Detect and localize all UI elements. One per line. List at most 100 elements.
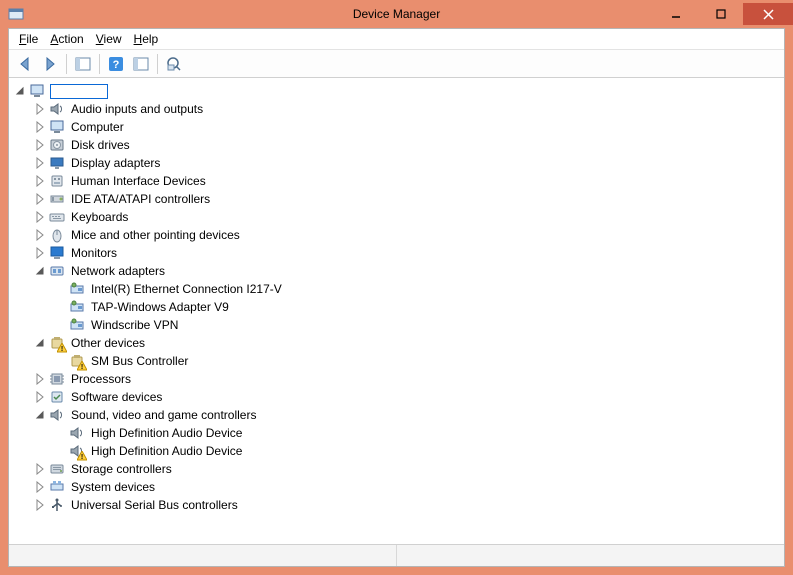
root-name-edit[interactable] bbox=[50, 84, 108, 99]
tree-node-sound[interactable]: Sound, video and game controllers bbox=[11, 406, 782, 424]
tree-node-net2[interactable]: TAP-Windows Adapter V9 bbox=[11, 298, 782, 316]
tree-node-label: Other devices bbox=[69, 334, 147, 352]
tree-node-label: Computer bbox=[69, 118, 126, 136]
tree-node-label: Keyboards bbox=[69, 208, 130, 226]
tree-node-net1[interactable]: Intel(R) Ethernet Connection I217-V bbox=[11, 280, 782, 298]
expand-icon[interactable] bbox=[35, 193, 47, 205]
app-icon bbox=[8, 6, 24, 22]
tree-node-monitors[interactable]: Monitors bbox=[11, 244, 782, 262]
status-pane bbox=[397, 545, 784, 566]
mouse-icon bbox=[49, 227, 65, 243]
maximize-button[interactable] bbox=[698, 3, 743, 25]
hid-icon bbox=[49, 173, 65, 189]
menu-help[interactable]: Help bbox=[130, 30, 163, 48]
expand-icon[interactable] bbox=[35, 211, 47, 223]
tree-node-label: System devices bbox=[69, 478, 157, 496]
expand-icon[interactable] bbox=[35, 481, 47, 493]
tree-node-net3[interactable]: Windscribe VPN bbox=[11, 316, 782, 334]
expander-icon[interactable] bbox=[15, 85, 27, 97]
collapse-icon[interactable] bbox=[35, 265, 47, 277]
menu-file[interactable]: File bbox=[15, 30, 42, 48]
tree-node-label: Storage controllers bbox=[69, 460, 174, 478]
expand-icon[interactable] bbox=[35, 103, 47, 115]
tree-node-system[interactable]: System devices bbox=[11, 478, 782, 496]
show-hide-tree-button[interactable] bbox=[71, 52, 95, 76]
tree-node-hid[interactable]: Human Interface Devices bbox=[11, 172, 782, 190]
titlebar[interactable]: Device Manager bbox=[0, 0, 793, 28]
monitor-icon bbox=[49, 245, 65, 261]
netcard-icon bbox=[69, 317, 85, 333]
tree-node-label: High Definition Audio Device bbox=[89, 424, 244, 442]
tree-node-label: IDE ATA/ATAPI controllers bbox=[69, 190, 212, 208]
tree-node-storage[interactable]: Storage controllers bbox=[11, 460, 782, 478]
tree-node-mice[interactable]: Mice and other pointing devices bbox=[11, 226, 782, 244]
speaker-icon bbox=[69, 425, 85, 441]
tree-node-label: Audio inputs and outputs bbox=[69, 100, 205, 118]
tree-root[interactable] bbox=[11, 82, 782, 100]
netcard-icon bbox=[69, 281, 85, 297]
tree-node-disk[interactable]: Disk drives bbox=[11, 136, 782, 154]
system-icon bbox=[49, 479, 65, 495]
expand-icon[interactable] bbox=[35, 463, 47, 475]
tree-node-label: Display adapters bbox=[69, 154, 162, 172]
tree-node-label: Windscribe VPN bbox=[89, 316, 180, 334]
tree-node-label: High Definition Audio Device bbox=[89, 442, 244, 460]
separator bbox=[157, 54, 158, 74]
device-tree[interactable]: Audio inputs and outputsComputerDisk dri… bbox=[9, 78, 784, 544]
other-icon bbox=[69, 353, 85, 369]
tree-node-label: Universal Serial Bus controllers bbox=[69, 496, 240, 514]
menu-action[interactable]: Action bbox=[46, 30, 87, 48]
expand-icon[interactable] bbox=[35, 499, 47, 511]
tree-node-display[interactable]: Display adapters bbox=[11, 154, 782, 172]
separator bbox=[66, 54, 67, 74]
computer-icon bbox=[49, 119, 65, 135]
other-icon bbox=[49, 335, 65, 351]
expand-icon[interactable] bbox=[35, 175, 47, 187]
client-area: File Action View Help Audio inputs and o… bbox=[8, 28, 785, 567]
cpu-icon bbox=[49, 371, 65, 387]
tree-node-processors[interactable]: Processors bbox=[11, 370, 782, 388]
tree-node-label: Mice and other pointing devices bbox=[69, 226, 242, 244]
forward-button[interactable] bbox=[38, 52, 62, 76]
minimize-button[interactable] bbox=[653, 3, 698, 25]
expand-icon[interactable] bbox=[35, 391, 47, 403]
tree-node-keyboards[interactable]: Keyboards bbox=[11, 208, 782, 226]
properties-button[interactable] bbox=[129, 52, 153, 76]
tree-node-label: TAP-Windows Adapter V9 bbox=[89, 298, 231, 316]
help-button[interactable] bbox=[104, 52, 128, 76]
status-pane bbox=[9, 545, 397, 566]
scan-hardware-button[interactable] bbox=[162, 52, 186, 76]
expand-icon[interactable] bbox=[35, 229, 47, 241]
tree-node-audio[interactable]: Audio inputs and outputs bbox=[11, 100, 782, 118]
expand-icon[interactable] bbox=[35, 157, 47, 169]
expand-icon[interactable] bbox=[35, 121, 47, 133]
menubar: File Action View Help bbox=[9, 29, 784, 50]
tree-node-hda1[interactable]: High Definition Audio Device bbox=[11, 424, 782, 442]
network-icon bbox=[49, 263, 65, 279]
netcard-icon bbox=[69, 299, 85, 315]
speaker-icon bbox=[49, 101, 65, 117]
collapse-icon[interactable] bbox=[35, 337, 47, 349]
tree-node-label: Disk drives bbox=[69, 136, 132, 154]
tree-node-label: Software devices bbox=[69, 388, 164, 406]
computer-root-icon bbox=[29, 83, 45, 99]
tree-node-computer[interactable]: Computer bbox=[11, 118, 782, 136]
tree-node-ide[interactable]: IDE ATA/ATAPI controllers bbox=[11, 190, 782, 208]
tree-node-label: Processors bbox=[69, 370, 133, 388]
tree-node-usb[interactable]: Universal Serial Bus controllers bbox=[11, 496, 782, 514]
tree-node-hda2[interactable]: High Definition Audio Device bbox=[11, 442, 782, 460]
expand-icon[interactable] bbox=[35, 373, 47, 385]
collapse-icon[interactable] bbox=[35, 409, 47, 421]
tree-node-smbus[interactable]: SM Bus Controller bbox=[11, 352, 782, 370]
back-button[interactable] bbox=[13, 52, 37, 76]
speaker-icon bbox=[49, 407, 65, 423]
close-button[interactable] bbox=[743, 3, 793, 25]
disk-icon bbox=[49, 137, 65, 153]
tree-node-network[interactable]: Network adapters bbox=[11, 262, 782, 280]
tree-node-other[interactable]: Other devices bbox=[11, 334, 782, 352]
menu-view[interactable]: View bbox=[92, 30, 126, 48]
tree-node-software[interactable]: Software devices bbox=[11, 388, 782, 406]
expand-icon[interactable] bbox=[35, 139, 47, 151]
ide-icon bbox=[49, 191, 65, 207]
expand-icon[interactable] bbox=[35, 247, 47, 259]
